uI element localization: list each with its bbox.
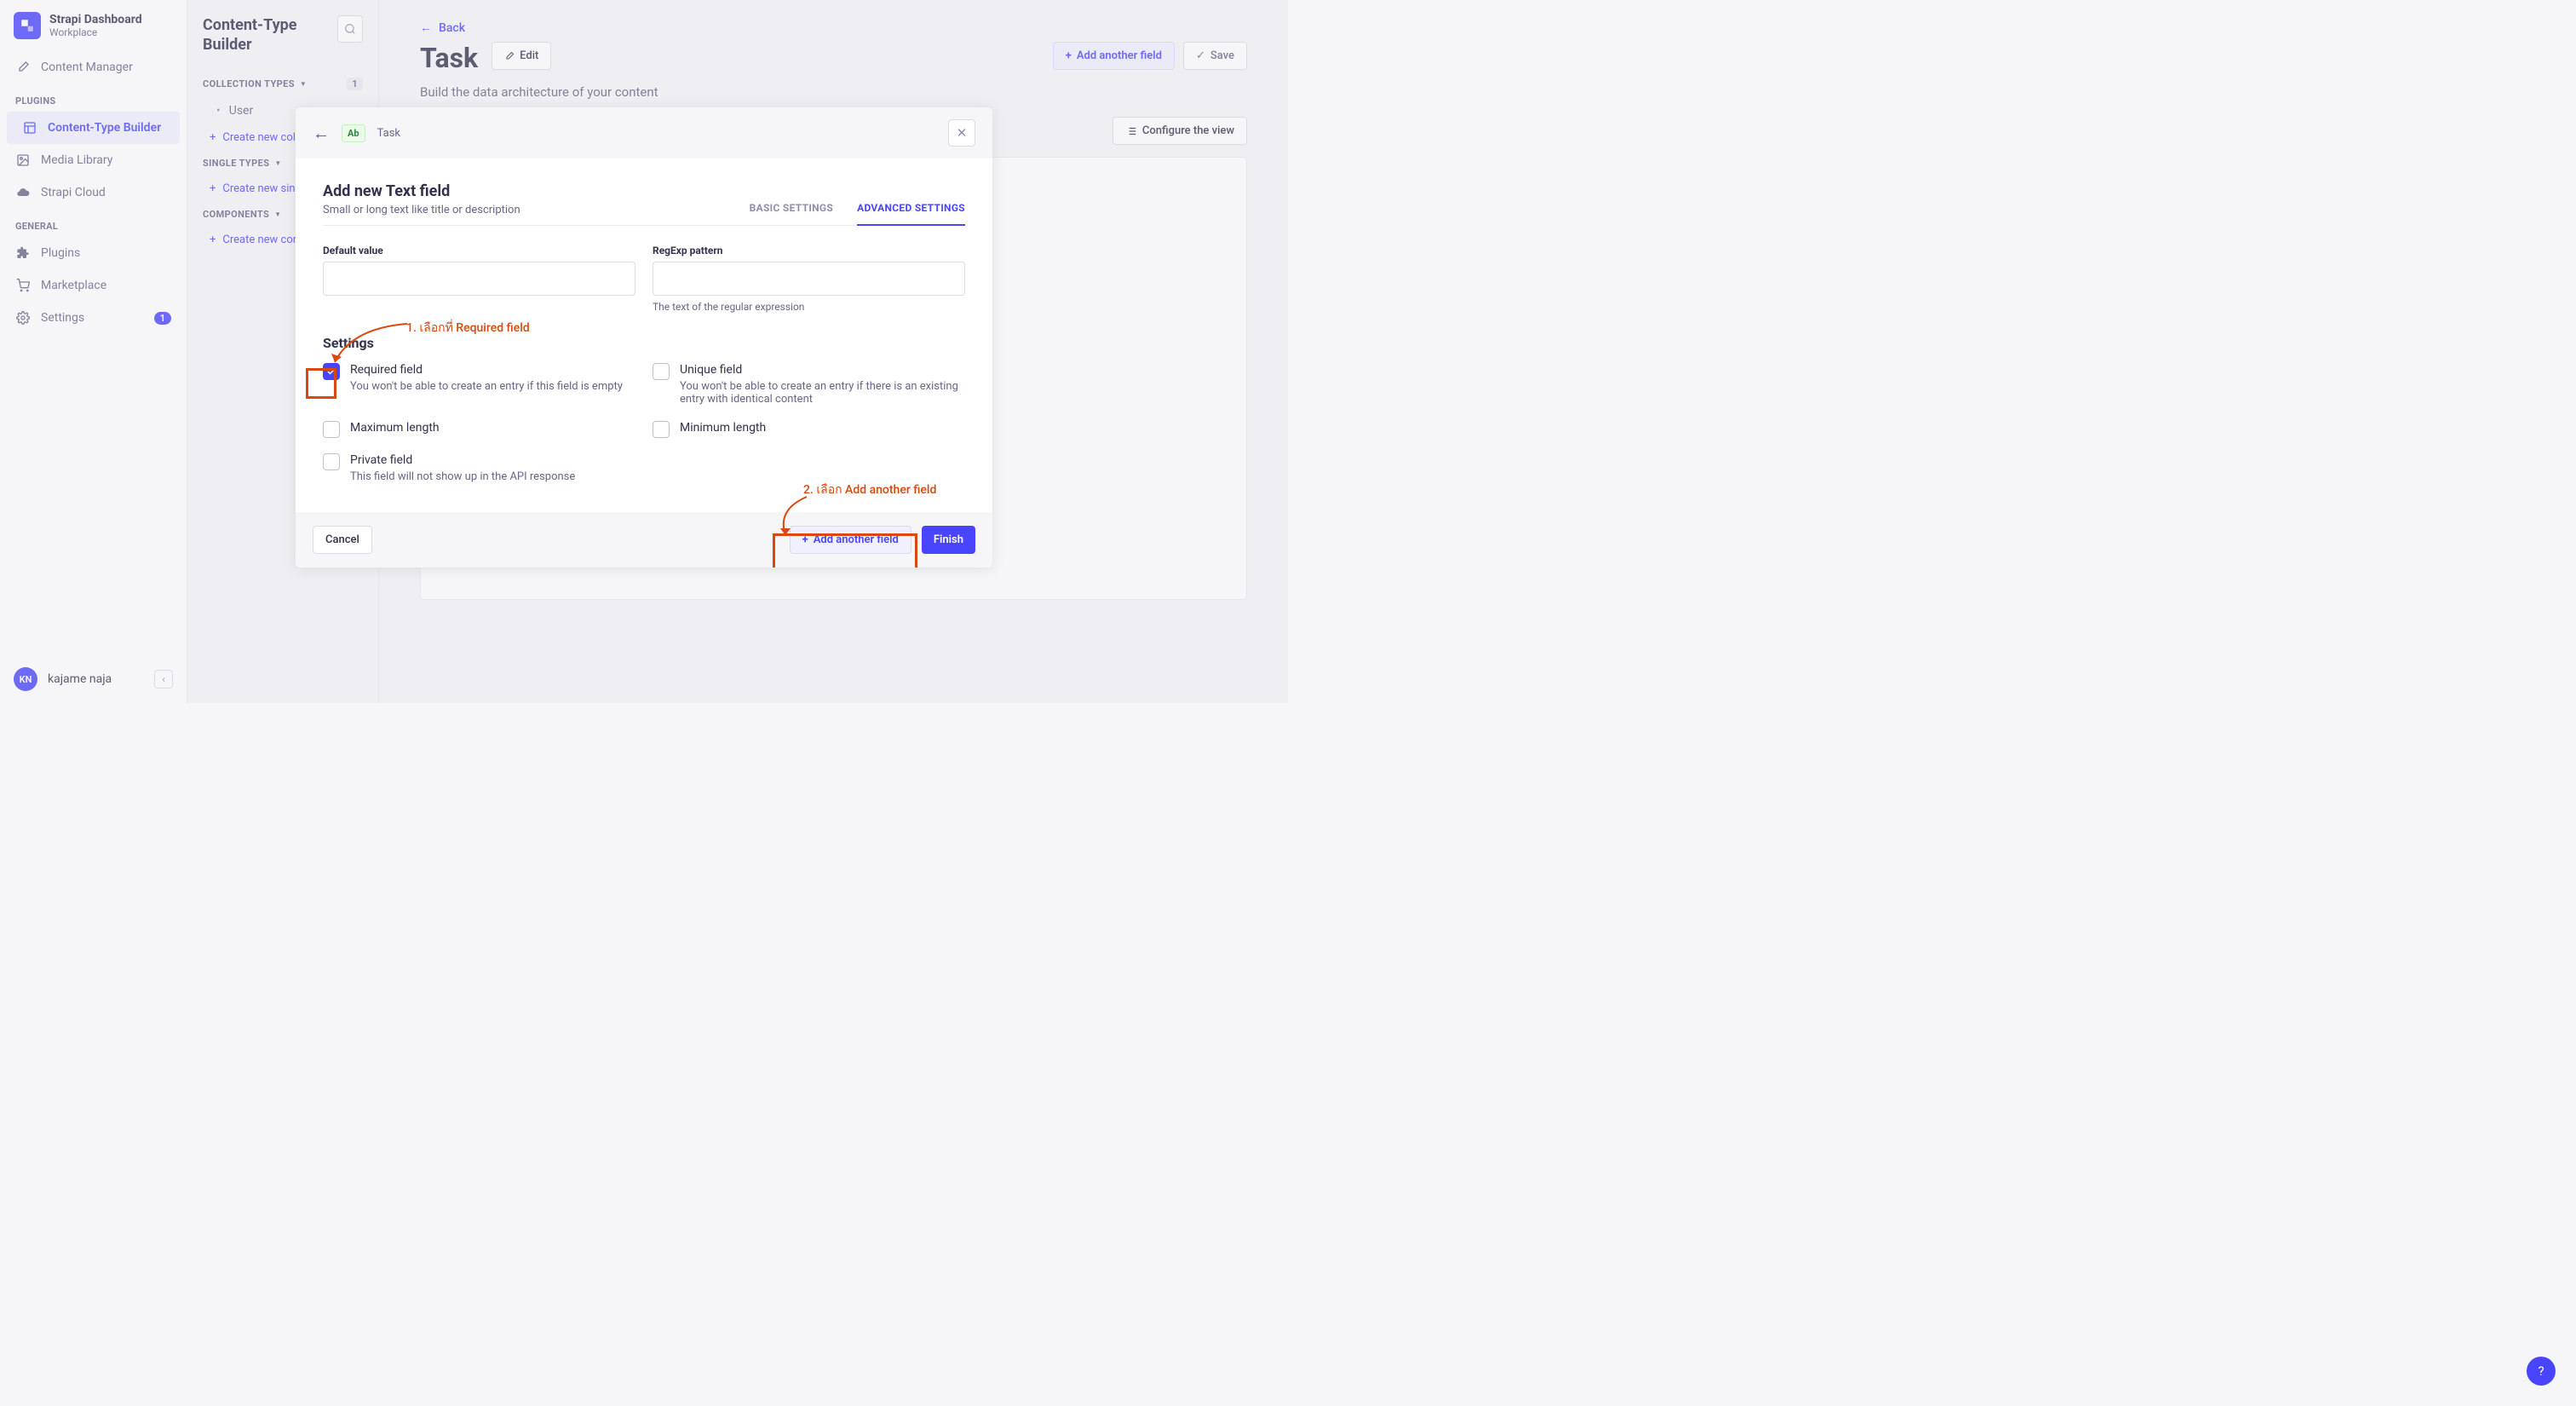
private-checkbox[interactable] [323, 453, 340, 470]
plus-icon: + [802, 533, 808, 546]
close-button[interactable]: ✕ [948, 119, 975, 147]
unique-desc: You won't be able to create an entry if … [680, 380, 965, 406]
text-field-chip: Ab [342, 124, 365, 142]
check-icon [326, 366, 336, 377]
default-value-label: Default value [323, 245, 635, 256]
help-button[interactable]: ? [2527, 1357, 2556, 1386]
required-checkbox[interactable] [323, 363, 340, 380]
add-field-modal: ← Ab Task ✕ Add new Text field Small or … [296, 107, 992, 568]
private-label: Private field [350, 453, 575, 467]
private-desc: This field will not show up in the API r… [350, 470, 575, 483]
modal-title: Add new Text field [323, 182, 520, 200]
cancel-button[interactable]: Cancel [313, 526, 372, 554]
tab-advanced-settings[interactable]: ADVANCED SETTINGS [857, 202, 965, 226]
tab-basic-settings[interactable]: BASIC SETTINGS [750, 202, 833, 226]
finish-button[interactable]: Finish [922, 526, 975, 554]
required-label: Required field [350, 363, 623, 377]
max-length-label: Maximum length [350, 421, 440, 438]
min-length-label: Minimum length [680, 421, 766, 438]
regexp-input[interactable] [653, 262, 965, 296]
settings-heading: Settings [323, 335, 965, 351]
modal-breadcrumb: Task [377, 127, 400, 140]
add-another-field-button[interactable]: + Add another field [790, 526, 911, 554]
modal-backdrop: ← Ab Task ✕ Add new Text field Small or … [0, 0, 1288, 703]
close-icon: ✕ [957, 125, 968, 141]
unique-checkbox[interactable] [653, 363, 670, 380]
regexp-label: RegExp pattern [653, 245, 965, 256]
default-value-input[interactable] [323, 262, 635, 296]
unique-label: Unique field [680, 363, 965, 377]
regexp-hint: The text of the regular expression [653, 301, 965, 313]
max-length-checkbox[interactable] [323, 421, 340, 438]
min-length-checkbox[interactable] [653, 421, 670, 438]
modal-back-button[interactable]: ← [313, 123, 330, 144]
required-desc: You won't be able to create an entry if … [350, 380, 623, 393]
modal-subtitle: Small or long text like title or descrip… [323, 204, 520, 216]
